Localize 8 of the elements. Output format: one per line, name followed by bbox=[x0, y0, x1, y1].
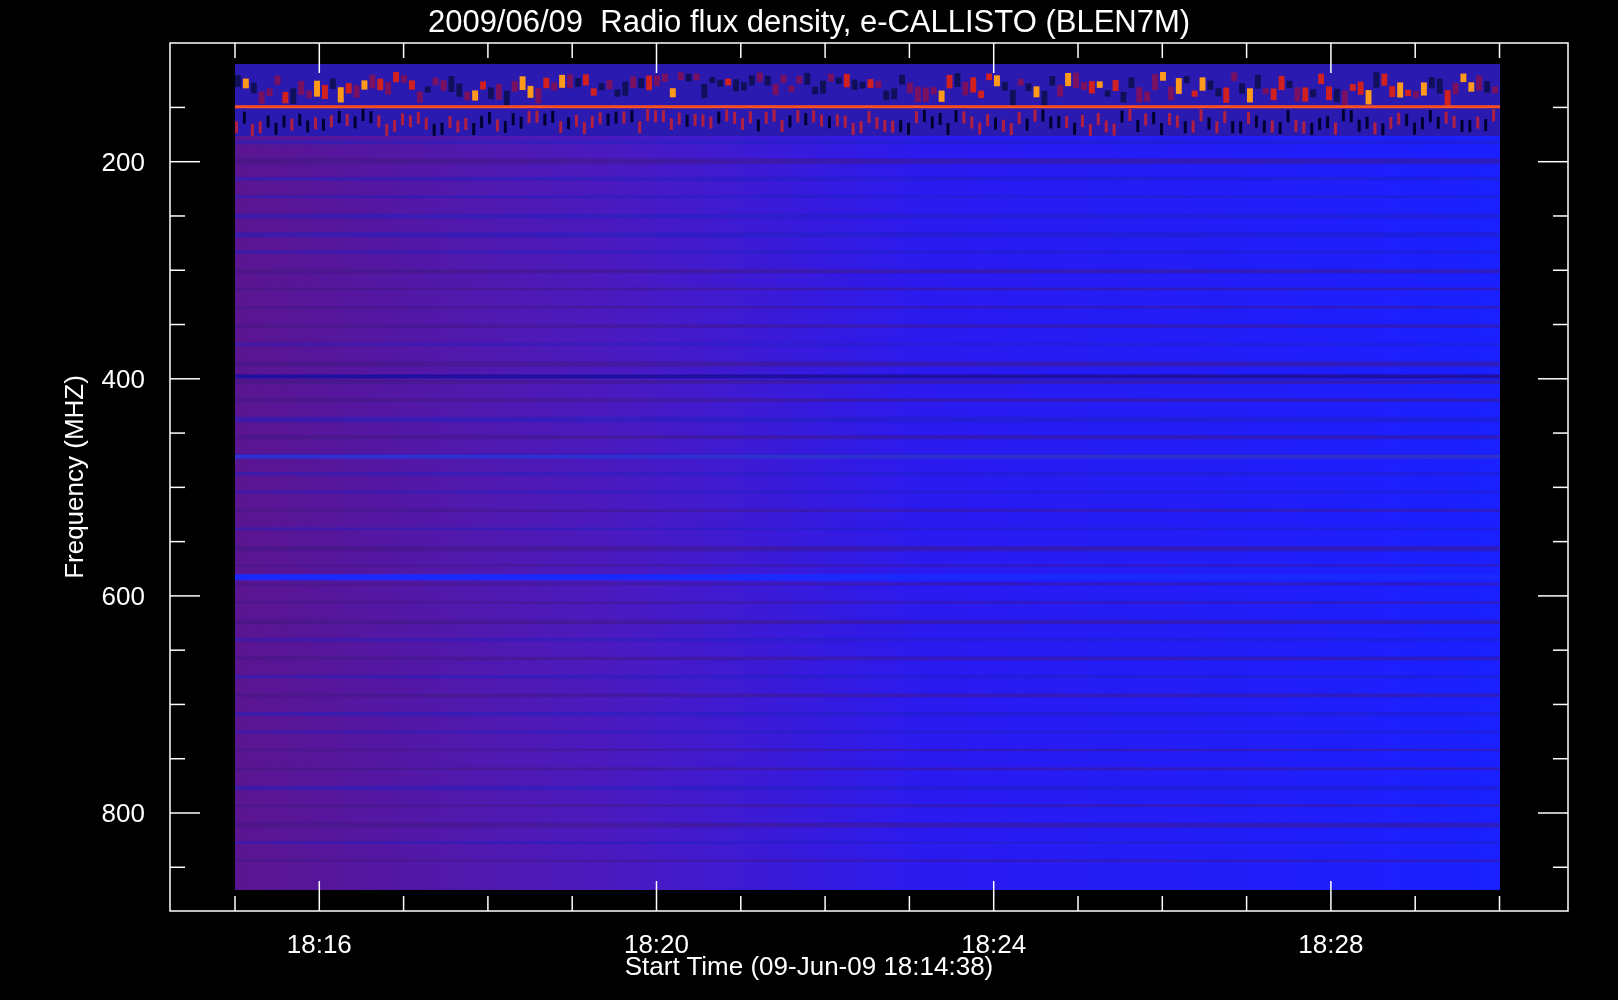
tick-label: 400 bbox=[101, 363, 145, 394]
axis-title: Frequency (MHZ) bbox=[59, 375, 89, 579]
tick-label: 18:16 bbox=[286, 929, 352, 959]
tick-label: 600 bbox=[101, 580, 145, 611]
tick-label: 200 bbox=[101, 146, 145, 177]
tick-label: 18:28 bbox=[1298, 929, 1364, 959]
tick-label: 800 bbox=[101, 798, 145, 828]
chart-title: 2009/06/09 Radio flux density, e-CALLISTO (BLEN7M) bbox=[427, 4, 1191, 39]
